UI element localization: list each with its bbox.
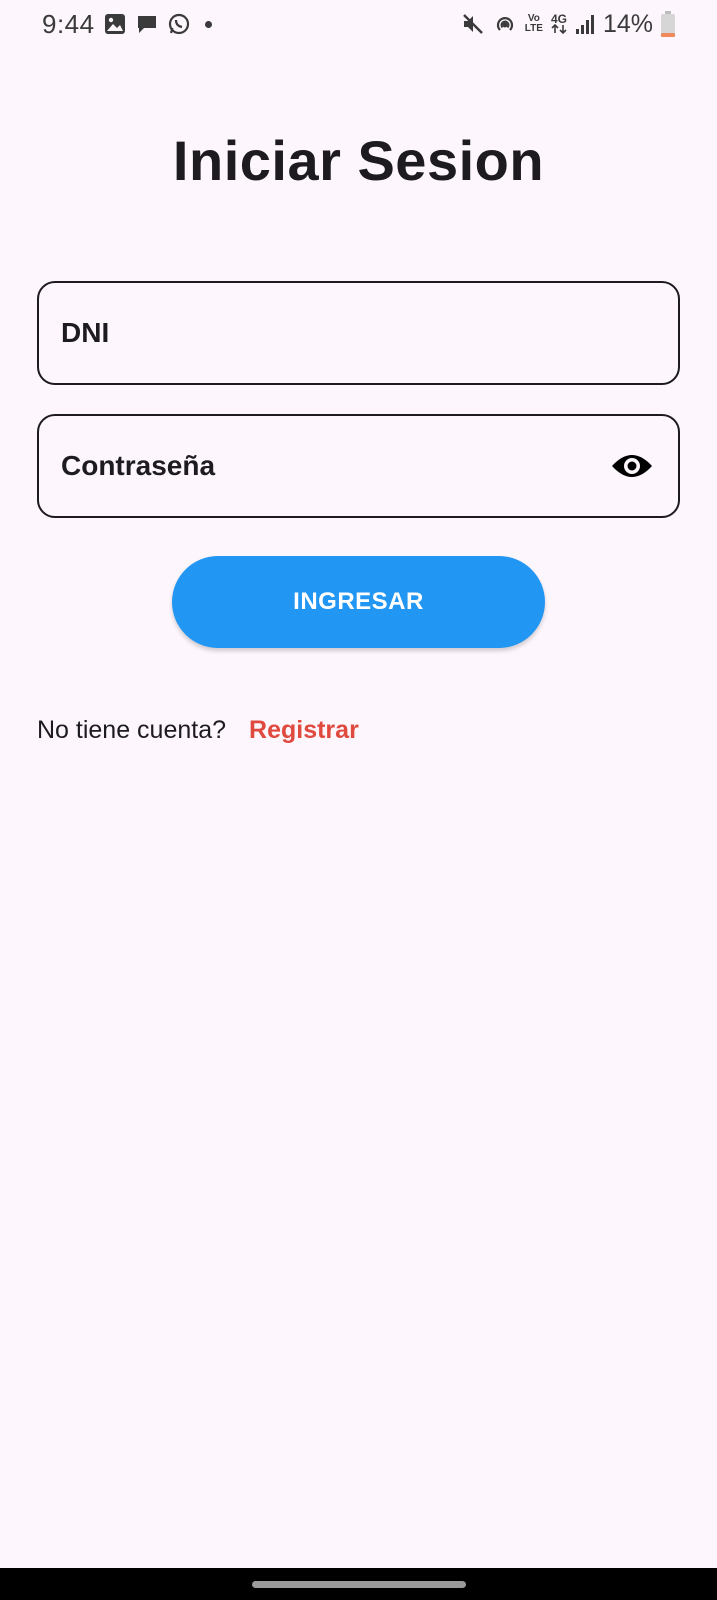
navigation-bar: [0, 1568, 717, 1600]
status-bar-right: Vo LTE 4G 14%: [461, 10, 675, 39]
login-button[interactable]: INGRESAR: [172, 556, 545, 648]
dni-field-label: DNI: [61, 317, 110, 348]
volte-icon: Vo LTE: [525, 14, 543, 34]
hotspot-icon: [493, 12, 517, 36]
network-type-label: 4G: [550, 12, 567, 26]
password-field-label: Contraseña: [61, 450, 216, 481]
mute-icon: [461, 12, 485, 36]
whatsapp-icon: [167, 12, 191, 36]
gallery-icon: [103, 12, 127, 36]
status-bar: 9:44 Vo LTE 4G 14%: [0, 0, 717, 48]
volte-label-bottom: LTE: [524, 23, 543, 34]
eye-icon[interactable]: [608, 442, 656, 490]
battery-percent: 14%: [602, 9, 653, 38]
home-handle[interactable]: [252, 1581, 466, 1588]
register-link[interactable]: Registrar: [249, 716, 359, 745]
dni-field[interactable]: DNI: [37, 281, 680, 385]
status-bar-left: 9:44: [42, 9, 212, 40]
page-title: Iniciar Sesion: [172, 129, 545, 192]
register-row: No tiene cuenta? Registrar: [37, 716, 359, 745]
4g-icon: 4G: [550, 12, 567, 34]
signal-icon: [575, 13, 595, 35]
dot-icon: [204, 20, 212, 28]
login-screen: 9:44 Vo LTE 4G 14% Iniciar Sesion DNI Co…: [0, 0, 717, 1600]
chat-icon: [135, 12, 159, 36]
battery-icon: [661, 11, 675, 37]
password-field[interactable]: Contraseña: [37, 414, 680, 518]
status-time: 9:44: [42, 8, 95, 39]
register-prompt: No tiene cuenta?: [37, 716, 227, 744]
